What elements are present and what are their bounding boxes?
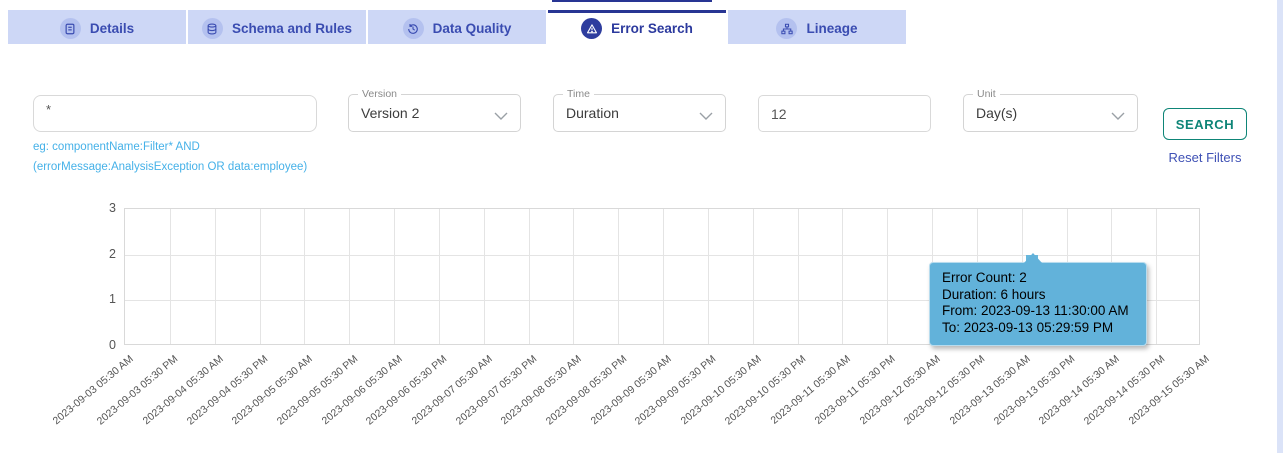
- y-axis-label: 0: [109, 338, 116, 352]
- unit-select-value: Day(s): [976, 105, 1018, 121]
- x-axis-label: 2023-09-05 05:30 AM: [229, 353, 316, 428]
- x-axis-label: 2023-09-14 05:30 PM: [1081, 353, 1167, 428]
- tooltip-caret-icon: [1024, 253, 1042, 263]
- gridline-vertical: [573, 209, 575, 344]
- query-helper-line1: eg: componentName:Filter* AND: [33, 141, 200, 153]
- gridline-vertical: [483, 209, 485, 344]
- x-axis-label: 2023-09-04 05:30 PM: [184, 353, 271, 428]
- active-tab-top-accent: [552, 0, 712, 2]
- tab-label: Details: [89, 21, 135, 36]
- x-axis-label: 2023-09-10 05:30 AM: [678, 353, 764, 428]
- tab-label: Error Search: [611, 21, 693, 36]
- lineage-icon: [776, 18, 798, 39]
- reset-filters-link[interactable]: Reset Filters: [1163, 150, 1247, 165]
- tooltip-error-count: Error Count: 2: [942, 270, 1027, 285]
- x-axis-label: 2023-09-07 05:30 AM: [409, 353, 495, 428]
- gridline-vertical: [663, 209, 664, 344]
- gridline-vertical: [214, 209, 216, 344]
- gridline-vertical: [752, 209, 754, 344]
- x-axis-label: 2023-09-10 05:30 PM: [722, 353, 809, 428]
- chevron-down-icon: [494, 108, 508, 126]
- gridline-vertical: [1156, 209, 1158, 344]
- alert-triangle-icon: [581, 18, 603, 39]
- gridline-vertical: [438, 209, 440, 344]
- x-axis-label: 2023-09-13 05:30 AM: [947, 353, 1033, 428]
- x-axis-label: 2023-09-15 05:30 AM: [1126, 353, 1212, 428]
- tooltip-from: From: 2023-09-13 11:30:00 AM: [942, 303, 1129, 319]
- error-search-page: Details Schema and Rules Data Quality Er…: [0, 0, 1283, 453]
- y-axis-label: 2: [109, 246, 116, 261]
- x-axis-label: 2023-09-08 05:30 AM: [498, 353, 585, 428]
- history-icon: [402, 18, 424, 39]
- tab-label: Lineage: [806, 21, 858, 36]
- tab-bar: Details Schema and Rules Data Quality Er…: [8, 10, 906, 44]
- tab-label: Data Quality: [432, 21, 512, 36]
- query-helper-line2: (errorMessage:AnalysisException OR data:…: [33, 161, 308, 173]
- x-axis-label: 2023-09-11 05:30 AM: [768, 353, 854, 427]
- tab-schema-and-rules[interactable]: Schema and Rules: [188, 10, 366, 44]
- x-axis-label: 2023-09-06 05:30 PM: [364, 353, 450, 428]
- tooltip-to: To: 2023-09-13 05:29:59 PM: [942, 320, 1114, 336]
- version-select-value: Version 2: [361, 105, 420, 121]
- tab-label: Schema and Rules: [231, 21, 353, 36]
- x-axis-label: 2023-09-04 05:30 AM: [140, 353, 226, 428]
- x-axis-label: 2023-09-05 05:30 PM: [274, 353, 360, 428]
- scrollbar-track[interactable]: [1277, 0, 1283, 453]
- x-axis-label: 2023-09-14 05:30 AM: [1036, 353, 1123, 428]
- gridline-vertical: [304, 209, 306, 344]
- x-axis-label: 2023-09-03 05:30 AM: [50, 353, 136, 428]
- unit-select[interactable]: Unit Day(s): [963, 88, 1138, 132]
- tab-details[interactable]: Details: [8, 10, 186, 44]
- search-query-input[interactable]: *: [33, 95, 317, 132]
- database-icon: [201, 18, 223, 39]
- x-axis-label: 2023-09-03 05:30 PM: [95, 353, 181, 428]
- gridline-vertical: [842, 209, 844, 344]
- document-icon: [59, 18, 81, 39]
- chart-tooltip: Error Count: 2 Duration: 6 hours From: 2…: [929, 253, 1147, 346]
- x-axis-label: 2023-09-08 05:30 PM: [543, 353, 629, 428]
- x-axis-label: 2023-09-13 05:30 PM: [991, 353, 1078, 428]
- x-axis-label: 2023-09-12 05:30 AM: [857, 353, 943, 428]
- gridline-vertical: [528, 209, 530, 344]
- x-axis-label: 2023-09-09 05:30 AM: [588, 353, 674, 428]
- chevron-down-icon: [699, 108, 713, 126]
- time-select-value: Duration: [566, 105, 619, 121]
- y-axis-label: 3: [109, 201, 116, 215]
- y-axis-label: 1: [109, 292, 116, 307]
- gridline-vertical: [618, 209, 620, 344]
- duration-value-input[interactable]: [758, 95, 931, 132]
- x-axis-label: 2023-09-06 05:30 AM: [319, 353, 405, 428]
- gridline-vertical: [259, 209, 261, 344]
- gridline-vertical: [349, 209, 351, 344]
- tab-lineage[interactable]: Lineage: [728, 10, 906, 44]
- time-select[interactable]: Time Duration: [553, 88, 726, 132]
- gridline-vertical: [797, 209, 799, 344]
- version-select[interactable]: Version Version 2: [348, 88, 521, 132]
- tooltip-duration: Duration: 6 hours: [942, 286, 1046, 302]
- search-button[interactable]: SEARCH: [1163, 108, 1247, 140]
- x-axis-label: 2023-09-09 05:30 PM: [633, 353, 719, 428]
- x-axis-label: 2023-09-12 05:30 PM: [902, 353, 988, 428]
- x-axis-label: 2023-09-07 05:30 PM: [453, 353, 540, 428]
- gridline-vertical: [169, 209, 171, 344]
- tab-data-quality[interactable]: Data Quality: [368, 10, 546, 44]
- chevron-down-icon: [1111, 108, 1125, 126]
- x-axis-label: 2023-09-11 05:30 PM: [812, 353, 898, 427]
- gridline-vertical: [394, 209, 395, 344]
- tab-error-search[interactable]: Error Search: [548, 10, 726, 44]
- gridline-vertical: [707, 209, 709, 344]
- gridline-vertical: [887, 209, 889, 344]
